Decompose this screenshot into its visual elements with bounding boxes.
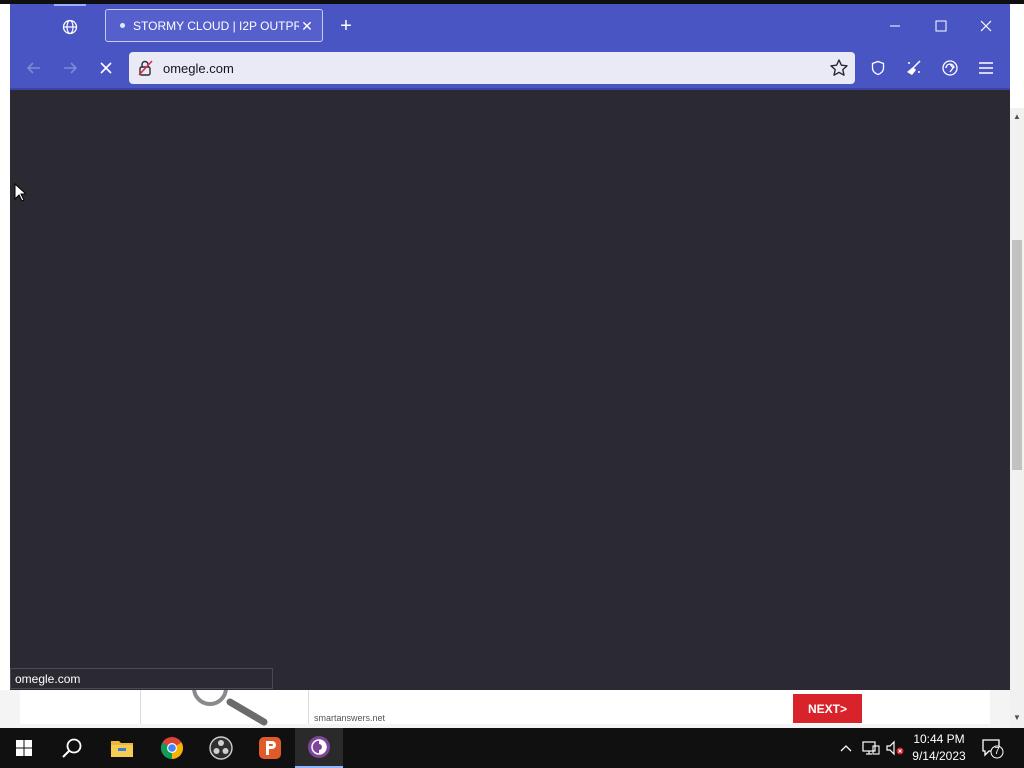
show-hidden-icons-chevron-icon[interactable]: [836, 728, 856, 768]
tab-loading-dot-icon: [120, 23, 125, 28]
ad-source-label: smartanswers.net: [314, 713, 386, 723]
ad-divider: [140, 690, 141, 724]
clock-time: 10:44 PM: [913, 732, 965, 746]
minimize-icon[interactable]: [885, 16, 905, 36]
url-bar[interactable]: omegle.com: [129, 52, 855, 84]
title-bar: STORMY CLOUD | I2P OUTPROXY ✕ +: [10, 4, 1010, 48]
broom-icon[interactable]: [902, 56, 926, 80]
shield-icon[interactable]: [866, 56, 890, 80]
obs-icon[interactable]: [197, 728, 245, 768]
browser-tab[interactable]: STORMY CLOUD | I2P OUTPROXY ✕: [105, 9, 323, 42]
close-window-icon[interactable]: [976, 16, 996, 36]
clock-date: 9/14/2023: [912, 749, 966, 763]
browser-window: STORMY CLOUD | I2P OUTPROXY ✕ +: [10, 4, 1010, 690]
insecure-lock-icon[interactable]: [137, 59, 155, 77]
mouse-cursor-icon: [14, 183, 26, 202]
taskbar: 10:44 PM 9/14/2023 7: [0, 728, 1024, 768]
tab-title: STORMY CLOUD | I2P OUTPROXY: [133, 18, 299, 33]
tor-circuit-icon[interactable]: [938, 56, 962, 80]
stop-loading-icon[interactable]: [94, 56, 118, 80]
search-icon[interactable]: [48, 728, 96, 768]
forward-arrow-icon[interactable]: [58, 56, 82, 80]
action-center-icon[interactable]: 7: [980, 736, 1004, 760]
ad-divider: [308, 690, 309, 724]
network-icon[interactable]: [860, 728, 882, 768]
bookmark-star-icon[interactable]: [829, 58, 849, 78]
volume-muted-icon[interactable]: [884, 728, 906, 768]
loading-indicator: [54, 4, 86, 6]
globe-icon[interactable]: [58, 15, 82, 39]
hamburger-menu-icon[interactable]: [974, 56, 998, 80]
scroll-down-arrow-icon[interactable]: ▼: [1012, 713, 1022, 723]
status-bar-url: omegle.com: [10, 668, 273, 689]
file-explorer-icon[interactable]: [98, 728, 146, 768]
chrome-icon[interactable]: [148, 728, 196, 768]
notification-count-badge: 7: [994, 746, 1000, 757]
system-clock[interactable]: 10:44 PM 9/14/2023: [906, 731, 972, 765]
magnifier-icon: [192, 688, 268, 726]
navigation-bar: omegle.com: [10, 48, 1010, 88]
scroll-up-arrow-icon[interactable]: ▲: [1012, 112, 1022, 122]
tab-close-icon[interactable]: ✕: [299, 18, 315, 34]
windows-start-icon[interactable]: [0, 728, 48, 768]
url-text[interactable]: omegle.com: [163, 61, 234, 76]
tor-browser-taskbar-icon[interactable]: [295, 728, 343, 768]
maximize-icon[interactable]: [931, 16, 951, 36]
back-arrow-icon[interactable]: [22, 56, 46, 80]
new-tab-icon[interactable]: +: [335, 15, 357, 37]
next-button[interactable]: NEXT>: [793, 694, 862, 723]
background-scroll-thumb[interactable]: [1012, 240, 1022, 470]
page-content-area[interactable]: [10, 90, 1010, 690]
psiphon-icon[interactable]: [246, 728, 294, 768]
